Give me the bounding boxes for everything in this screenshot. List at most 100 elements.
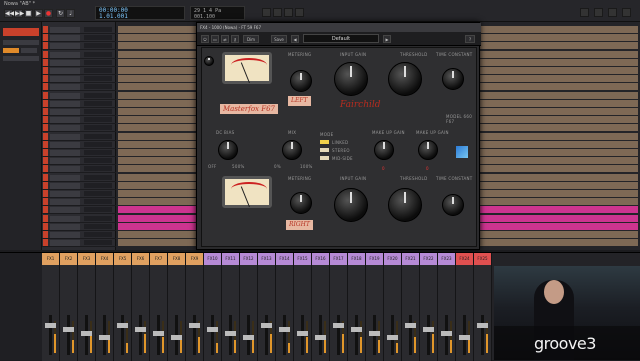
track-buttons[interactable] [84,109,112,114]
mixer-channel-strip[interactable]: FX25 [474,253,492,361]
track-buttons[interactable] [84,100,112,106]
fader-cap[interactable] [189,323,200,328]
fader-track[interactable] [265,315,268,355]
mixer-channel-strip[interactable]: FX20 [384,253,402,361]
key-icon[interactable]: ⚷ [231,35,239,43]
fader-track[interactable] [283,315,286,355]
fader-cap[interactable] [135,327,146,332]
channel-name-header[interactable]: FX2 [60,253,77,265]
mixer-channel-strip[interactable]: FX3 [78,253,96,361]
track-header[interactable] [42,140,116,149]
track-header[interactable] [42,214,116,223]
track-buttons[interactable] [84,84,112,90]
record-button[interactable]: ● [44,9,53,18]
mixer-channel-strip[interactable]: FX9 [186,253,204,361]
fader-cap[interactable] [459,335,470,340]
time-constant-knob-top[interactable] [442,68,464,90]
track-name-field[interactable] [50,109,80,115]
channel-name-header[interactable]: FX24 [456,253,473,265]
channel-name-header[interactable]: FX10 [204,253,221,265]
channel-name-header[interactable]: FX14 [276,253,293,265]
track-header[interactable] [42,181,116,190]
track-name-field[interactable] [50,141,80,148]
mixer-view-icon[interactable] [594,8,603,17]
track-buttons[interactable] [84,117,112,123]
fader-track[interactable] [211,315,214,355]
cpu-icon[interactable] [580,8,589,17]
mixer-channel-strip[interactable]: FX23 [438,253,456,361]
track-header[interactable] [42,42,116,51]
channel-name-header[interactable]: FX18 [348,253,365,265]
fader-cap[interactable] [315,335,326,340]
track-buttons[interactable] [84,27,112,32]
track-name-field[interactable] [50,182,80,189]
mixer-channel-strip[interactable]: FX7 [150,253,168,361]
tool-arrow-icon[interactable] [262,8,271,17]
metering-knob-top[interactable] [290,70,312,92]
fader-cap[interactable] [171,335,182,340]
track-header[interactable] [42,198,116,207]
track-buttons[interactable] [84,150,112,155]
forward-button[interactable]: ▶▶ [14,9,24,18]
track-name-field[interactable] [50,207,80,214]
metronome-button[interactable]: ♩ [66,9,75,18]
track-header[interactable] [42,231,116,239]
channel-name-header[interactable]: FX21 [402,253,419,265]
fader-cap[interactable] [45,323,56,328]
power-switch[interactable] [204,56,214,66]
track-header[interactable] [42,222,116,231]
fader-cap[interactable] [99,335,110,340]
dc-bias-knob[interactable] [218,140,238,160]
track-name-field[interactable] [50,51,80,58]
makeup-gain-right-knob[interactable] [418,140,438,160]
mixer-channel-strip[interactable]: FX6 [132,253,150,361]
fader-cap[interactable] [477,323,488,328]
track-buttons[interactable] [84,68,112,73]
track-header[interactable] [42,132,116,141]
track-header[interactable] [42,239,116,248]
fader-cap[interactable] [117,323,128,328]
track-header[interactable] [42,206,116,215]
fader-track[interactable] [337,315,340,355]
fader-track[interactable] [67,315,70,355]
fader-cap[interactable] [153,331,164,336]
makeup-gain-left-knob[interactable] [374,140,394,160]
mixer-channel-strip[interactable]: FX14 [276,253,294,361]
preset-next-icon[interactable]: ▶ [383,35,391,43]
track-name-field[interactable] [50,223,80,230]
mixer-channel-strip[interactable]: FX8 [168,253,186,361]
mixer-channel-strip[interactable]: FX18 [348,253,366,361]
fader-track[interactable] [409,315,412,355]
inspector-insert-button[interactable] [21,48,37,53]
track-header[interactable] [42,124,116,133]
help-icon[interactable]: ? [465,35,475,43]
fader-track[interactable] [481,315,484,355]
track-name-field[interactable] [50,27,80,33]
track-buttons[interactable] [84,141,112,147]
play-button[interactable]: ▶ [34,9,43,18]
channel-name-header[interactable]: FX3 [78,253,95,265]
track-header[interactable] [42,26,116,34]
mixer-channel-strip[interactable]: FX12 [240,253,258,361]
channel-name-header[interactable]: FX8 [168,253,185,265]
mixer-channel-strip[interactable]: FX16 [312,253,330,361]
track-header[interactable] [42,157,116,166]
track-name-field[interactable] [50,133,80,140]
track-name-field[interactable] [50,166,80,173]
track-name-field[interactable] [50,174,80,181]
track-buttons[interactable] [84,215,112,221]
channel-name-header[interactable]: FX7 [150,253,167,265]
track-buttons[interactable] [84,207,112,213]
channel-name-header[interactable]: FX11 [222,253,239,265]
track-name-field[interactable] [50,84,80,91]
fader-cap[interactable] [351,327,362,332]
track-buttons[interactable] [84,43,112,49]
settings-icon[interactable] [622,8,631,17]
mode-linked-indicator[interactable] [320,140,329,144]
mixer-channel-strip[interactable]: FX17 [330,253,348,361]
track-name-field[interactable] [50,59,80,66]
track-header[interactable] [42,173,116,182]
track-name-field[interactable] [50,158,80,165]
fader-cap[interactable] [369,331,380,336]
channel-name-header[interactable]: FX12 [240,253,257,265]
